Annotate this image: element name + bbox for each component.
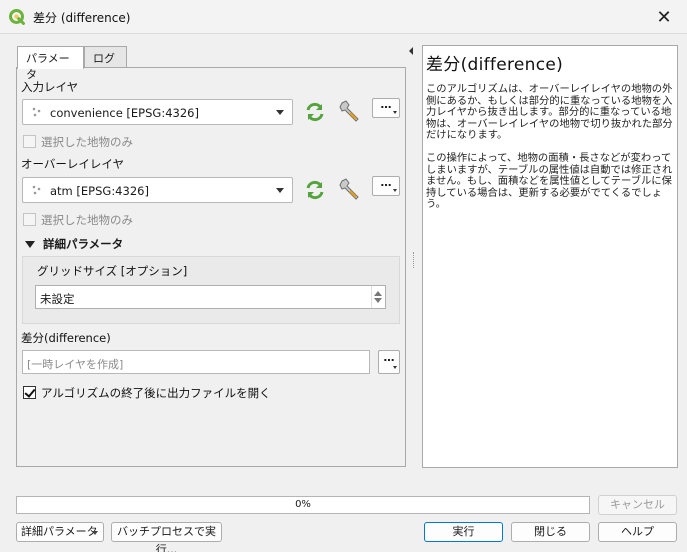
window-close-button[interactable]: ✕ (641, 0, 687, 34)
grid-size-spinbox[interactable]: 未設定 (35, 285, 386, 309)
chevron-down-icon (393, 111, 397, 114)
splitter-handle[interactable] (413, 252, 415, 268)
advanced-menu-label: 詳細パラメータ (21, 525, 98, 538)
overlay-layer-label: オーバーレイレイヤ (21, 157, 125, 171)
batch-process-button[interactable]: バッチプロセスで実行... (111, 522, 222, 552)
output-browse-button[interactable]: … (378, 350, 400, 374)
grid-size-label: グリッドサイズ [オプション] (37, 264, 188, 278)
window-title: 差分 (difference) (33, 11, 131, 25)
close-button[interactable]: 閉じる (511, 522, 590, 542)
point-layer-icon (32, 185, 41, 195)
advanced-menu-button[interactable]: 詳細パラメータ (16, 522, 104, 542)
overlay-layer-combo[interactable]: atm [EPSG:4326] (22, 177, 293, 203)
output-label: 差分(difference) (21, 331, 111, 345)
advanced-parameters-header: 詳細パラメータ (43, 237, 124, 251)
overlay-selected-only-label: 選択した地物のみ (41, 213, 133, 227)
chevron-down-icon (92, 531, 98, 535)
help-button[interactable]: ヘルプ (598, 522, 677, 542)
progress-text: 0% (295, 499, 311, 510)
iterate-icon[interactable] (303, 178, 327, 202)
progress-bar: 0% (16, 496, 590, 514)
overlay-selected-only-checkbox[interactable] (23, 213, 36, 226)
cancel-button[interactable]: キャンセル (598, 495, 677, 515)
qgis-logo-icon (9, 9, 25, 25)
help-panel: 差分(difference) このアルゴリズムは、オーバーレイレイヤの地物の外側… (422, 45, 678, 468)
help-paragraph-1: このアルゴリズムは、オーバーレイレイヤの地物の外側にあるか、もしくは部分的に重な… (426, 83, 673, 142)
title-bar: 差分 (difference) ✕ (0, 0, 687, 34)
wrench-icon[interactable] (338, 99, 362, 123)
input-selected-only-checkbox[interactable] (23, 135, 36, 148)
point-layer-icon (32, 107, 41, 117)
output-destination-input[interactable]: [一時レイヤを作成] (22, 350, 370, 374)
tab-parameters[interactable]: パラメータ (17, 46, 84, 81)
input-layer-combo[interactable]: convenience [EPSG:4326] (22, 99, 293, 125)
open-output-label: アルゴリズムの終了後に出力ファイルを開く (41, 386, 271, 400)
open-output-checkbox[interactable] (23, 386, 36, 399)
iterate-icon[interactable] (303, 100, 327, 124)
input-selected-only-label: 選択した地物のみ (41, 135, 133, 149)
run-button[interactable]: 実行 (424, 522, 503, 542)
spin-up-icon[interactable] (374, 291, 382, 296)
help-paragraph-2: この操作によって、地物の面積・長さなどが変わってしまいますが、テーブルの属性値は… (426, 151, 673, 211)
spinbox-divider (371, 286, 385, 308)
spin-down-icon[interactable] (374, 298, 382, 303)
collapse-help-icon[interactable] (409, 47, 413, 55)
input-layer-value: convenience [EPSG:4326] (50, 106, 199, 120)
chevron-down-icon (393, 366, 397, 369)
overlay-layer-more-label: … (380, 176, 392, 189)
advanced-parameters-toggle[interactable]: 詳細パラメータ (24, 236, 134, 252)
triangle-down-icon (25, 241, 35, 248)
chevron-down-icon (393, 189, 397, 192)
overlay-layer-more-button[interactable]: … (372, 176, 400, 196)
help-title: 差分(difference) (426, 55, 564, 75)
chevron-down-icon (276, 188, 284, 193)
output-browse-label: … (383, 351, 395, 364)
overlay-layer-value: atm [EPSG:4326] (50, 184, 149, 198)
input-layer-more-label: … (380, 98, 392, 111)
chevron-down-icon (276, 110, 284, 115)
input-layer-more-button[interactable]: … (372, 98, 400, 118)
wrench-icon[interactable] (338, 177, 362, 201)
grid-size-value: 未設定 (40, 292, 75, 306)
tab-log[interactable]: ログ (84, 46, 127, 68)
